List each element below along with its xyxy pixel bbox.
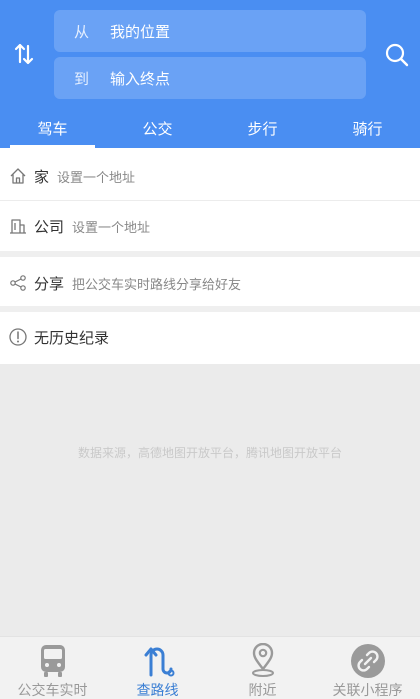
route-header: 从 我的位置 到 输入终点 驾车 公交 步行 骑行 <box>0 0 420 148</box>
data-source-note: 数据来源，高德地图开放平台，腾讯地图开放平台 <box>77 446 342 460</box>
shortcut-list: 家 设置一个地址 公司 设置一个地址 分享 把公交车实时路线分享给好友 无历史纪… <box>0 148 420 364</box>
nav-linked-miniprogram[interactable]: 关联小程序 <box>315 637 420 699</box>
nav-bus-realtime[interactable]: 公交车实时 <box>0 637 105 699</box>
home-title: 家 <box>34 167 50 186</box>
company-subtitle: 设置一个地址 <box>72 220 151 236</box>
shortcut-home[interactable]: 家 设置一个地址 <box>0 151 420 201</box>
origin-field[interactable]: 从 我的位置 <box>54 10 366 52</box>
shortcut-share[interactable]: 分享 把公交车实时路线分享给好友 <box>0 258 420 308</box>
nav-nearby[interactable]: 附近 <box>210 637 315 699</box>
bottom-nav: 公交车实时 查路线 附近 关联小程序 <box>0 636 420 699</box>
info-circle-icon <box>8 327 28 347</box>
destination-field[interactable]: 到 输入终点 <box>54 57 366 99</box>
section-gap <box>0 251 420 257</box>
nav-route[interactable]: 查路线 <box>105 637 210 699</box>
route-icon <box>138 643 178 679</box>
tab-drive-label: 驾车 <box>37 119 68 138</box>
tab-walk-label: 步行 <box>247 119 278 138</box>
share-title: 分享 <box>34 274 65 293</box>
bus-icon <box>33 643 73 679</box>
swap-vertical-icon[interactable] <box>12 42 36 66</box>
destination-prefix: 到 <box>74 69 90 88</box>
tab-walk[interactable]: 步行 <box>210 108 315 148</box>
origin-prefix: 从 <box>74 22 90 41</box>
nav-nearby-label: 附近 <box>248 683 277 699</box>
tab-bus[interactable]: 公交 <box>105 108 210 148</box>
company-title: 公司 <box>34 217 65 236</box>
origin-value: 我的位置 <box>110 22 171 41</box>
history-empty: 无历史纪录 <box>0 312 420 362</box>
share-icon <box>8 273 28 293</box>
tab-bike[interactable]: 骑行 <box>315 108 420 148</box>
link-icon <box>348 643 388 679</box>
home-subtitle: 设置一个地址 <box>57 170 136 186</box>
nav-linked-miniprogram-label: 关联小程序 <box>332 683 403 699</box>
history-empty-text: 无历史纪录 <box>34 328 110 347</box>
nav-bus-realtime-label: 公交车实时 <box>17 683 88 699</box>
home-icon <box>8 166 28 186</box>
search-icon[interactable] <box>384 42 410 68</box>
building-icon <box>8 216 28 236</box>
destination-placeholder: 输入终点 <box>110 69 171 88</box>
location-pin-icon <box>243 643 283 679</box>
share-subtitle: 把公交车实时路线分享给好友 <box>72 277 242 293</box>
tab-bike-label: 骑行 <box>352 119 383 138</box>
nav-route-label: 查路线 <box>136 683 179 699</box>
shortcut-company[interactable]: 公司 设置一个地址 <box>0 201 420 251</box>
tab-bus-label: 公交 <box>142 119 173 138</box>
tab-drive[interactable]: 驾车 <box>0 108 105 148</box>
travel-mode-tabs: 驾车 公交 步行 骑行 <box>0 108 420 148</box>
